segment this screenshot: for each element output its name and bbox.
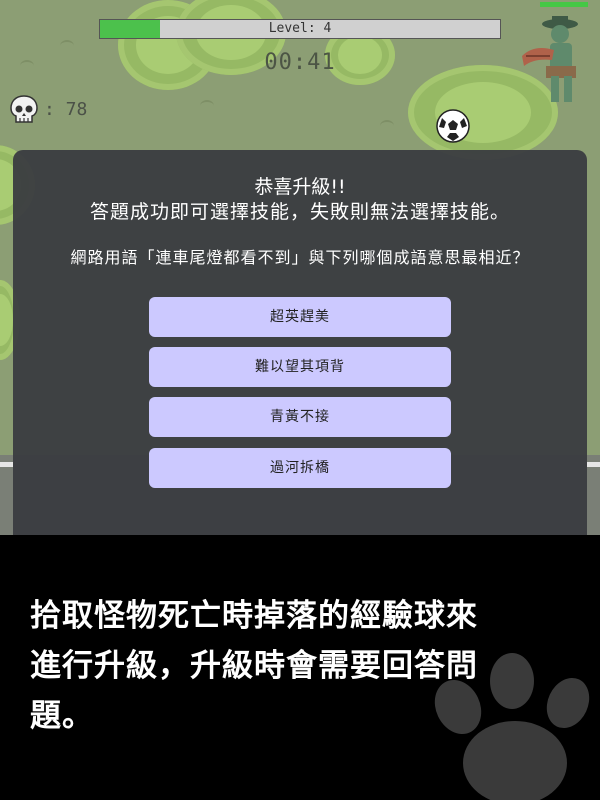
answer-button-4[interactable]: 過河拆橋 bbox=[149, 448, 451, 488]
answer-button-2[interactable]: 難以望其項背 bbox=[149, 347, 451, 387]
grass-tuft bbox=[380, 120, 394, 132]
answer-button-3[interactable]: 青黃不接 bbox=[149, 397, 451, 437]
quiz-question: 網路用語「連車尾燈都看不到」與下列哪個成語意思最相近？ bbox=[70, 248, 530, 267]
soccer-ball-icon bbox=[436, 109, 470, 143]
level-up-dialog: 恭喜升級!! 答題成功即可選擇技能，失敗則無法選擇技能。 網路用語「連車尾燈都看… bbox=[13, 150, 587, 535]
dialog-subtitle: 答題成功即可選擇技能，失敗則無法選擇技能。 bbox=[89, 201, 510, 223]
road-line bbox=[587, 462, 600, 467]
caption-line: 進行升級，升級時會需要回答問 bbox=[30, 648, 478, 684]
caption-text: 拾取怪物死亡時掉落的經驗球來 進行升級，升級時會需要回答問 題。 bbox=[30, 591, 570, 741]
answer-button-1[interactable]: 超英趕美 bbox=[149, 297, 451, 337]
enemy-health-bar bbox=[540, 2, 588, 7]
game-timer: 00:41 bbox=[264, 50, 336, 75]
dialog-title: 恭喜升級!! bbox=[254, 176, 346, 198]
kill-count: : 78 bbox=[44, 99, 88, 120]
road-line bbox=[0, 462, 13, 467]
game-screen: Level: 4 00:41 : 78 恭喜升級!! 答題成功即可選擇技能，失敗… bbox=[0, 0, 600, 800]
grass-tuft bbox=[200, 100, 214, 112]
level-label: Level: 4 bbox=[268, 21, 332, 36]
caption-panel: 拾取怪物死亡時掉落的經驗球來 進行升級，升級時會需要回答問 題。 bbox=[0, 535, 600, 800]
skull-icon bbox=[10, 95, 38, 123]
caption-line: 拾取怪物死亡時掉落的經驗球來 bbox=[30, 598, 478, 634]
caption-line: 題。 bbox=[30, 698, 94, 734]
xp-bar: Level: 4 bbox=[99, 19, 501, 39]
